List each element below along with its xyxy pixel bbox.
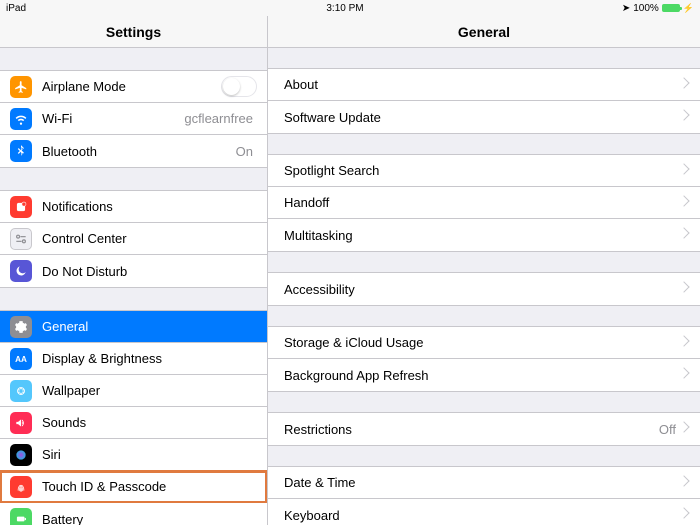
detail-group: Accessibility: [268, 272, 700, 306]
title-bar: Settings General: [0, 16, 700, 48]
wifi-icon: [10, 108, 32, 130]
svg-text:AA: AA: [15, 354, 27, 363]
general-detail[interactable]: About Software Update Spotlight Search Hand…: [268, 48, 700, 525]
row-label: Wi-Fi: [42, 111, 184, 126]
row-value: Off: [659, 422, 676, 437]
row-label: Keyboard: [284, 508, 680, 523]
sidebar-item-notifications[interactable]: Notifications: [0, 191, 267, 223]
detail-item-about[interactable]: About: [268, 69, 700, 101]
status-bar: iPad 3:10 PM ➤ 100% ⚡: [0, 0, 700, 16]
sidebar-item-battery[interactable]: Battery: [0, 503, 267, 525]
row-label: Restrictions: [284, 422, 659, 437]
dnd-icon: [10, 260, 32, 282]
row-label: Spotlight Search: [284, 163, 680, 178]
toggle-switch[interactable]: [221, 76, 257, 97]
touchid-icon: [10, 476, 32, 498]
bluetooth-icon: [10, 140, 32, 162]
sidebar-group: Notifications Control Center Do Not Distur…: [0, 190, 267, 288]
row-label: Handoff: [284, 195, 680, 210]
chevron-right-icon: [680, 111, 688, 123]
row-label: Background App Refresh: [284, 368, 680, 383]
row-label: Control Center: [42, 231, 257, 246]
sidebar-title: Settings: [0, 16, 268, 47]
sidebar-item-bluetooth[interactable]: BluetoothOn: [0, 135, 267, 167]
row-label: Software Update: [284, 110, 680, 125]
location-icon: ➤: [622, 3, 630, 14]
notifications-icon: [10, 196, 32, 218]
controlcenter-icon: [10, 228, 32, 250]
sidebar-item-general[interactable]: General: [0, 311, 267, 343]
detail-group: About Software Update: [268, 68, 700, 134]
row-label: Date & Time: [284, 475, 680, 490]
chevron-right-icon: [680, 423, 688, 435]
wallpaper-icon: [10, 380, 32, 402]
chevron-right-icon: [680, 477, 688, 489]
clock: 3:10 PM: [86, 3, 604, 14]
battery-percent: 100%: [633, 3, 659, 14]
row-label: Wallpaper: [42, 383, 257, 398]
sidebar-item-wallpaper[interactable]: Wallpaper: [0, 375, 267, 407]
sidebar-item-airplane[interactable]: Airplane Mode: [0, 71, 267, 103]
sidebar-group: General AA Display & Brightness Wallpaper So…: [0, 310, 267, 525]
battery-icon: [662, 4, 680, 12]
sidebar-item-wifi[interactable]: Wi-Figcflearnfree: [0, 103, 267, 135]
detail-item-accessibility[interactable]: Accessibility: [268, 273, 700, 305]
sidebar-item-dnd[interactable]: Do Not Disturb: [0, 255, 267, 287]
settings-sidebar[interactable]: Airplane ModeWi-FigcflearnfreeBluetoothO…: [0, 48, 268, 525]
chevron-right-icon: [680, 369, 688, 381]
sidebar-item-controlcenter[interactable]: Control Center: [0, 223, 267, 255]
row-label: General: [42, 319, 257, 334]
row-label: Accessibility: [284, 282, 680, 297]
row-label: Touch ID & Passcode: [42, 479, 257, 494]
battery-icon: [10, 508, 32, 525]
sidebar-item-display[interactable]: AA Display & Brightness: [0, 343, 267, 375]
row-label: Battery: [42, 512, 257, 525]
detail-item-datetime[interactable]: Date & Time: [268, 467, 700, 499]
row-label: Siri: [42, 447, 257, 462]
row-value: gcflearnfree: [184, 111, 253, 126]
detail-item-keyboard[interactable]: Keyboard: [268, 499, 700, 525]
chevron-right-icon: [680, 337, 688, 349]
sidebar-item-sounds[interactable]: Sounds: [0, 407, 267, 439]
chevron-right-icon: [680, 197, 688, 209]
detail-item-swupdate[interactable]: Software Update: [268, 101, 700, 133]
general-icon: [10, 316, 32, 338]
detail-group: Storage & iCloud Usage Background App Ref…: [268, 326, 700, 392]
detail-item-multitasking[interactable]: Multitasking: [268, 219, 700, 251]
sidebar-item-siri[interactable]: Siri: [0, 439, 267, 471]
detail-item-handoff[interactable]: Handoff: [268, 187, 700, 219]
device-label: iPad: [6, 3, 86, 14]
sidebar-item-touchid[interactable]: Touch ID & Passcode: [0, 471, 267, 503]
detail-group: Date & Time Keyboard: [268, 466, 700, 525]
detail-group: RestrictionsOff: [268, 412, 700, 446]
detail-title: General: [268, 16, 700, 47]
row-label: Airplane Mode: [42, 79, 221, 94]
chevron-right-icon: [680, 165, 688, 177]
chevron-right-icon: [680, 283, 688, 295]
row-label: Multitasking: [284, 228, 680, 243]
charging-icon: ⚡: [683, 3, 694, 14]
detail-item-restrictions[interactable]: RestrictionsOff: [268, 413, 700, 445]
siri-icon: [10, 444, 32, 466]
detail-item-spotlight[interactable]: Spotlight Search: [268, 155, 700, 187]
detail-item-storage[interactable]: Storage & iCloud Usage: [268, 327, 700, 359]
status-right: ➤ 100% ⚡: [604, 3, 694, 14]
row-label: Bluetooth: [42, 144, 236, 159]
row-label: Notifications: [42, 199, 257, 214]
row-label: Display & Brightness: [42, 351, 257, 366]
sidebar-group: Airplane ModeWi-FigcflearnfreeBluetoothO…: [0, 70, 267, 168]
row-value: On: [236, 144, 253, 159]
airplane-icon: [10, 76, 32, 98]
detail-group: Spotlight Search Handoff Multitasking: [268, 154, 700, 252]
display-icon: AA: [10, 348, 32, 370]
row-label: Storage & iCloud Usage: [284, 335, 680, 350]
detail-item-bgrefresh[interactable]: Background App Refresh: [268, 359, 700, 391]
chevron-right-icon: [680, 229, 688, 241]
sounds-icon: [10, 412, 32, 434]
row-label: Do Not Disturb: [42, 264, 257, 279]
row-label: Sounds: [42, 415, 257, 430]
row-label: About: [284, 77, 680, 92]
chevron-right-icon: [680, 509, 688, 521]
chevron-right-icon: [680, 79, 688, 91]
